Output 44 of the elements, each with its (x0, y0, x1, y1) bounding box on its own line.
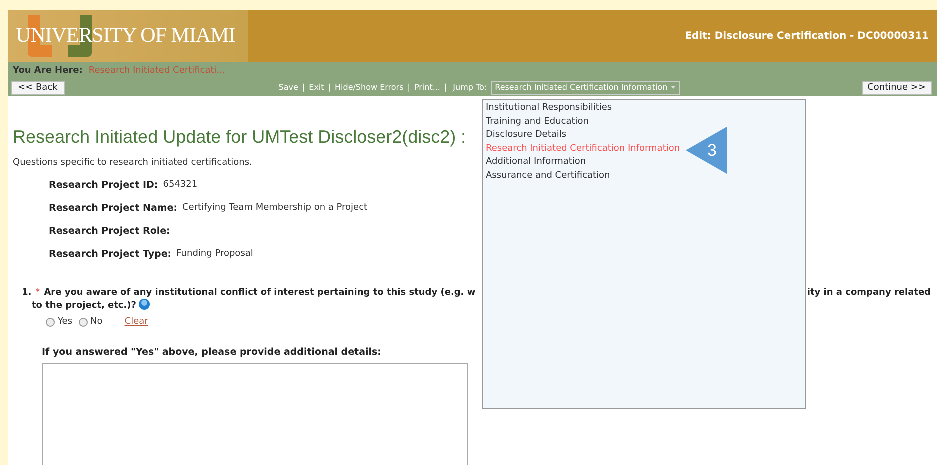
field-label: Research Project Type: (49, 248, 172, 262)
step-marker: 3 (686, 127, 727, 174)
link-separator: | (328, 82, 331, 94)
link-separator: | (444, 82, 448, 94)
toolbar-link[interactable]: Print... (414, 82, 440, 94)
radio-label: No (90, 316, 103, 328)
back-button[interactable]: << Back (11, 80, 65, 94)
menu-item[interactable]: Institutional Responsibilities (486, 102, 612, 116)
radio-button[interactable] (46, 318, 55, 327)
jump-to-select[interactable]: Research Initiated Certification Information (491, 80, 680, 94)
jump-to-label: Jump To: (453, 82, 488, 94)
menu-item[interactable]: Disclosure Details (486, 129, 567, 143)
toolbar-link[interactable]: Save (278, 82, 298, 94)
toolbar-link[interactable]: Hide/Show Errors (335, 82, 404, 94)
details-label: If you answered "Yes" above, please provide additional details: (41, 346, 382, 360)
field-label: Research Project ID: (49, 178, 158, 192)
question-text: ity in a company related (807, 286, 931, 300)
menu-item[interactable]: Training and Education (486, 116, 589, 130)
field-value: Certifying Team Membership on a Project (182, 202, 368, 215)
continue-button[interactable]: Continue >> (862, 80, 932, 94)
breadcrumb-label: You Are Here: (13, 65, 83, 78)
help-icon[interactable] (138, 298, 150, 310)
field-label: Research Project Name: (49, 202, 178, 216)
menu-item[interactable]: Assurance and Certification (486, 170, 610, 184)
link-separator: | (408, 82, 410, 94)
field-value: Funding Proposal (176, 248, 254, 262)
menu-item[interactable]: Research Initiated Certification Information (486, 142, 680, 156)
question-number: 1. (22, 286, 32, 300)
toolbar-link[interactable]: Exit (309, 82, 324, 94)
link-separator: | (302, 82, 306, 94)
caret-icon (670, 86, 676, 89)
page-heading: Research Initiated Update for UMTest Discloser2(disc2) : (13, 126, 466, 149)
question-text: to the project, etc.)? (32, 300, 137, 313)
page-subtitle: Questions specific to research initiated certifications. (13, 157, 252, 170)
details-field[interactable] (42, 363, 468, 465)
clear-link[interactable]: Clear (124, 316, 148, 329)
radio-label: Yes (58, 316, 73, 328)
required-mark: * (36, 286, 40, 300)
menu-item[interactable]: Additional Information (486, 156, 586, 170)
radio-button[interactable] (78, 318, 88, 327)
page-title: Edit: Disclosure Certification - DC00000311 (685, 30, 930, 44)
question-text: Are you aware of any institutional conflict of interest pertaining to this study (e.g. w (44, 286, 476, 300)
field-label: Research Project Role: (49, 225, 170, 239)
field-value: 654321 (163, 178, 198, 192)
